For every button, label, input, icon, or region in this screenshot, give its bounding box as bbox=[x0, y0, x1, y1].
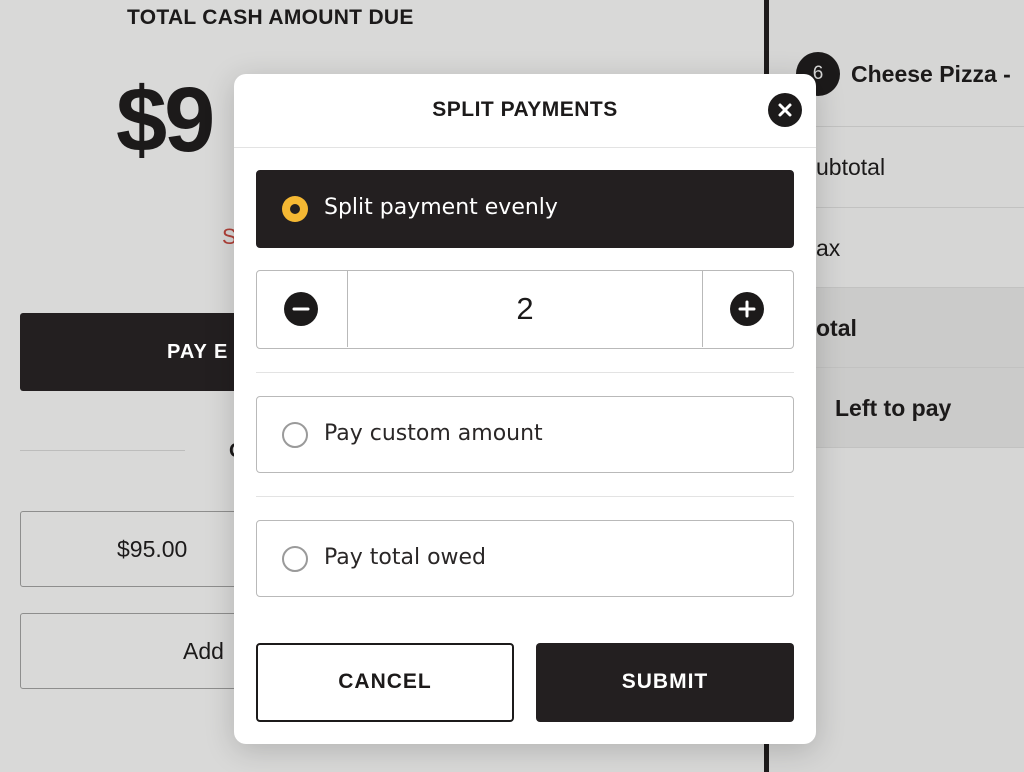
split-evenly-label: Split payment evenly bbox=[324, 195, 558, 220]
minus-icon bbox=[292, 307, 310, 311]
split-count-stepper: 2 bbox=[256, 270, 794, 349]
total-owed-label: Pay total owed bbox=[324, 545, 487, 570]
divider bbox=[256, 496, 794, 497]
divider bbox=[256, 372, 794, 373]
split-count-value[interactable]: 2 bbox=[347, 271, 703, 347]
dialog-title: SPLIT PAYMENTS bbox=[432, 98, 618, 121]
submit-button[interactable]: SUBMIT bbox=[536, 643, 794, 722]
plus-icon bbox=[738, 300, 756, 318]
cancel-button[interactable]: CANCEL bbox=[256, 643, 514, 722]
increment-button[interactable] bbox=[702, 271, 793, 347]
split-payments-dialog: SPLIT PAYMENTS Split payment evenly 2 Pa… bbox=[234, 74, 816, 744]
decrement-button[interactable] bbox=[257, 271, 348, 347]
total-owed-option[interactable]: Pay total owed bbox=[256, 520, 794, 597]
radio-unselected[interactable] bbox=[282, 422, 308, 448]
close-button[interactable] bbox=[768, 93, 802, 127]
radio-unselected[interactable] bbox=[282, 546, 308, 572]
custom-amount-label: Pay custom amount bbox=[324, 421, 543, 446]
radio-selected[interactable] bbox=[282, 196, 308, 222]
custom-amount-option[interactable]: Pay custom amount bbox=[256, 396, 794, 473]
close-icon bbox=[778, 103, 792, 117]
dialog-header: SPLIT PAYMENTS bbox=[234, 74, 816, 148]
split-evenly-option[interactable]: Split payment evenly bbox=[256, 170, 794, 248]
